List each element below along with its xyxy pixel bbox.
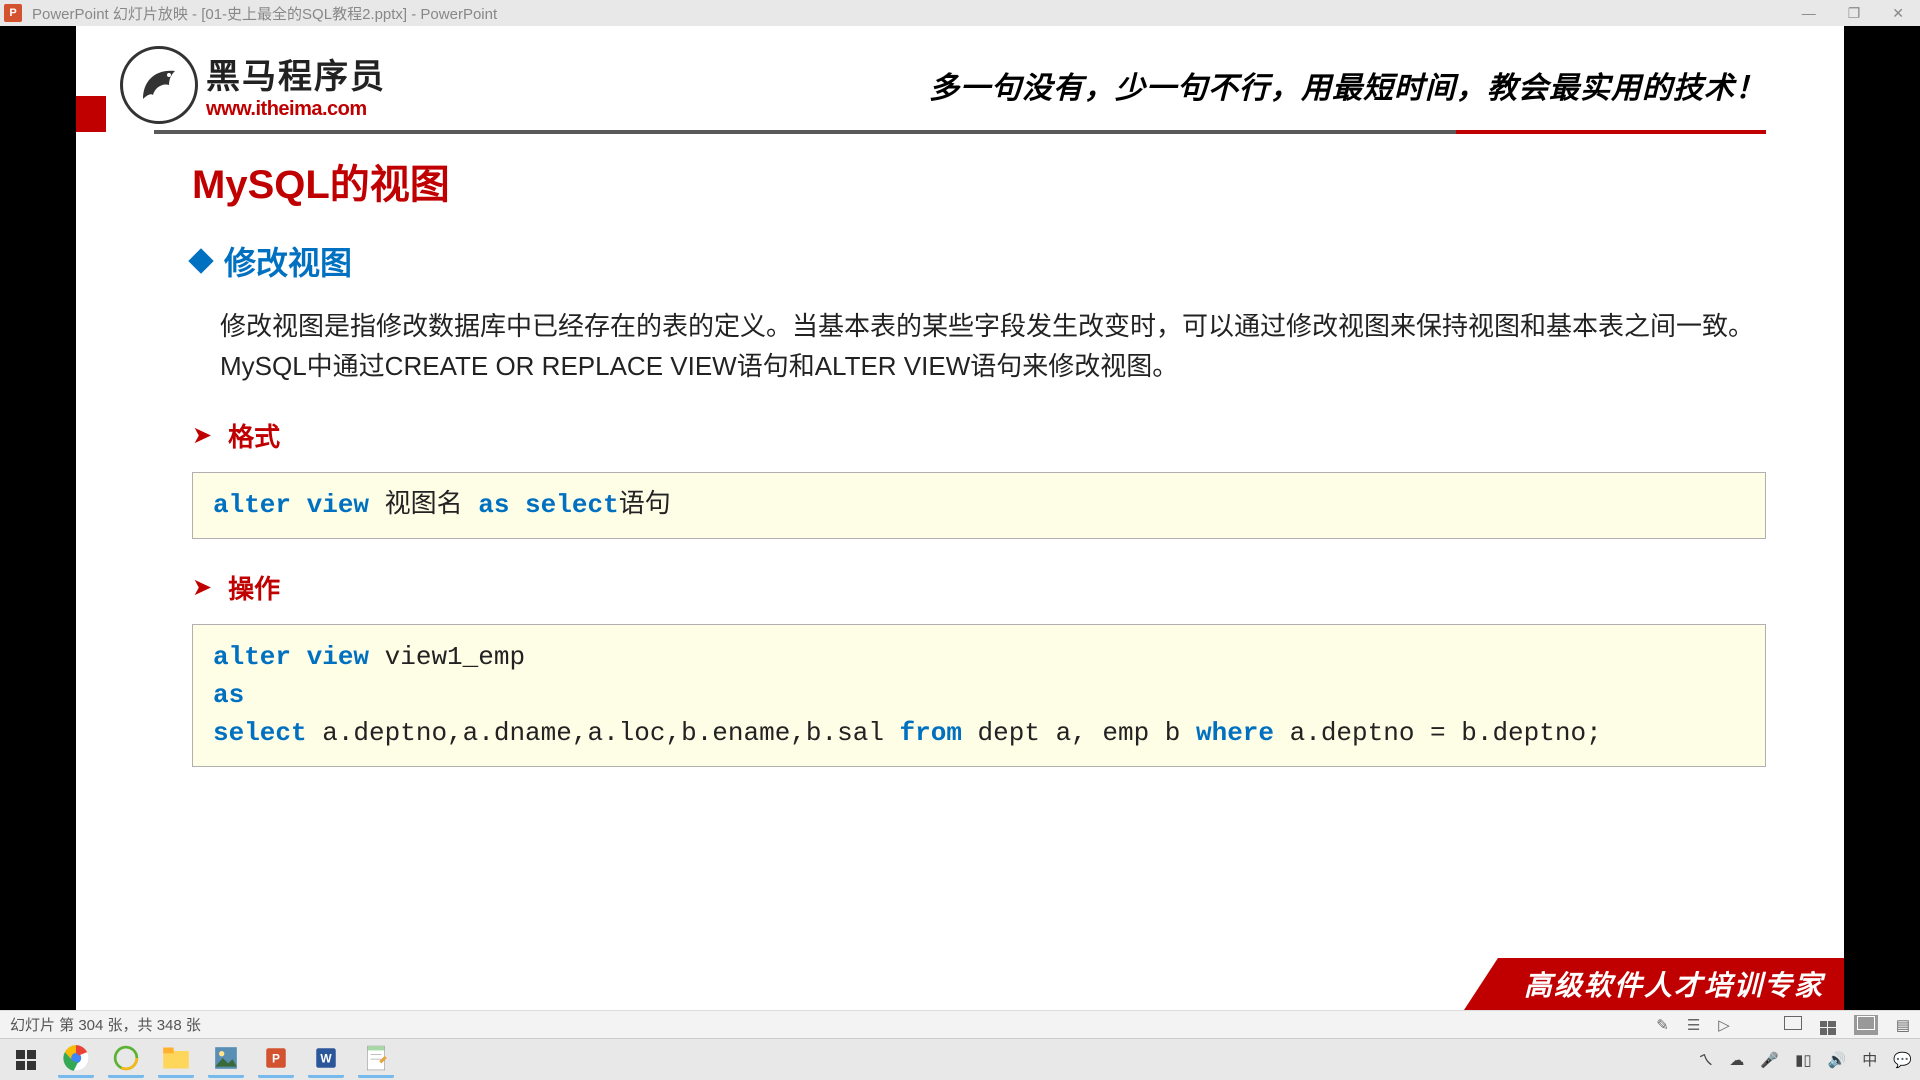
code-text: view1_emp (369, 642, 525, 672)
code-text: 视图名 (369, 490, 478, 520)
tray-battery-icon[interactable]: ▮▯ (1795, 1051, 1812, 1069)
slide-subtitle: 修改视图 (192, 238, 1766, 284)
code-text: a.deptno,a.dname,a.loc,b.ename,b.sal (307, 718, 900, 748)
file-explorer-icon[interactable] (158, 1042, 194, 1078)
view-sorter-icon[interactable] (1820, 1014, 1836, 1035)
code-text: 语句 (619, 490, 671, 520)
code-kw: as (213, 680, 244, 710)
code-format: alter view 视图名 as select语句 (192, 472, 1766, 540)
diamond-icon (188, 248, 213, 273)
tray-mic-icon[interactable]: 🎤 (1760, 1051, 1779, 1069)
section-operation: ➤ 操作 (192, 569, 1766, 606)
logo-text-cn: 黑马程序员 (206, 49, 386, 98)
code-operation: alter view view1_emp as select a.deptno,… (192, 624, 1766, 767)
subtitle-text: 修改视图 (224, 238, 352, 284)
imageviewer-icon[interactable] (208, 1042, 244, 1078)
code-text: a.deptno = b.deptno; (1274, 718, 1602, 748)
view-pen-icon[interactable]: ✎ (1656, 1016, 1669, 1034)
tray-ime-icon[interactable]: 中 (1862, 1049, 1877, 1070)
view-normal-icon[interactable] (1784, 1016, 1802, 1034)
header-divider (154, 130, 1766, 134)
powerpoint-taskbar-icon[interactable]: P (258, 1042, 294, 1078)
chrome-icon[interactable] (58, 1042, 94, 1078)
browser-icon[interactable] (108, 1042, 144, 1078)
arrow-icon: ➤ (192, 421, 212, 450)
arrow-icon: ➤ (192, 573, 212, 602)
logo-url: www.itheima.com (206, 98, 386, 121)
powerpoint-icon: P (4, 4, 22, 22)
code-kw: where (1196, 718, 1274, 748)
tray-chevron-icon[interactable]: ㄟ (1698, 1049, 1713, 1070)
svg-text:P: P (272, 1051, 280, 1065)
code-kw: alter view (213, 490, 369, 520)
slide-title: MySQL的视图 (192, 152, 1766, 210)
slide-counter: 幻灯片 第 304 张，共 348 张 (10, 1014, 201, 1035)
view-slideshow-icon[interactable]: ▤ (1896, 1016, 1910, 1034)
view-menu-icon[interactable]: ☰ (1687, 1016, 1700, 1034)
logo-circle-icon (120, 46, 198, 124)
tray-volume-icon[interactable]: 🔊 (1828, 1051, 1847, 1069)
start-button[interactable] (8, 1042, 44, 1078)
tray-notifications-icon[interactable]: 💬 (1893, 1051, 1912, 1069)
notepad-icon[interactable] (358, 1042, 394, 1078)
slide-header: 黑马程序员 www.itheima.com 多一句没有，少一句不行，用最短时间，… (76, 26, 1844, 124)
window-titlebar: P PowerPoint 幻灯片放映 - [01-史上最全的SQL教程2.ppt… (0, 0, 1920, 26)
slide-content: MySQL的视图 修改视图 修改视图是指修改数据库中已经存在的表的定义。当基本表… (76, 134, 1844, 767)
section-operation-label: 操作 (228, 569, 280, 606)
view-play-icon[interactable]: ▷ (1718, 1016, 1730, 1034)
slogan-text: 多一句没有，少一句不行，用最短时间，教会最实用的技术！ (929, 63, 1766, 107)
code-kw: select (213, 718, 307, 748)
section-format: ➤ 格式 (192, 417, 1766, 454)
footer-banner: 高级软件人才培训专家 (1464, 958, 1844, 1010)
code-kw: alter view (213, 642, 369, 672)
close-button[interactable]: ✕ (1892, 5, 1904, 22)
taskbar: P W ㄟ ☁ 🎤 ▮▯ 🔊 中 💬 (0, 1038, 1920, 1080)
logo: 黑马程序员 www.itheima.com (120, 46, 386, 124)
section-format-label: 格式 (228, 417, 280, 454)
word-taskbar-icon[interactable]: W (308, 1042, 344, 1078)
slide: 黑马程序员 www.itheima.com 多一句没有，少一句不行，用最短时间，… (76, 26, 1844, 1010)
paragraph: 修改视图是指修改数据库中已经存在的表的定义。当基本表的某些字段发生改变时，可以通… (192, 306, 1766, 387)
side-accent (76, 96, 106, 132)
code-kw: as select (478, 490, 618, 520)
code-kw: from (900, 718, 962, 748)
view-controls: ✎ ☰ ▷ ▤ (1656, 1014, 1910, 1035)
minimize-button[interactable]: — (1802, 5, 1816, 22)
view-reading-icon[interactable] (1854, 1015, 1878, 1035)
slideshow-stage: 黑马程序员 www.itheima.com 多一句没有，少一句不行，用最短时间，… (0, 26, 1920, 1010)
system-tray: ㄟ ☁ 🎤 ▮▯ 🔊 中 💬 (1698, 1049, 1912, 1070)
statusbar: 幻灯片 第 304 张，共 348 张 ✎ ☰ ▷ ▤ (0, 1010, 1920, 1038)
tray-cloud-icon[interactable]: ☁ (1729, 1051, 1744, 1069)
maximize-button[interactable]: ❐ (1848, 5, 1861, 22)
code-text: dept a, emp b (962, 718, 1196, 748)
svg-text:W: W (320, 1051, 332, 1065)
window-title: PowerPoint 幻灯片放映 - [01-史上最全的SQL教程2.pptx]… (32, 3, 497, 24)
